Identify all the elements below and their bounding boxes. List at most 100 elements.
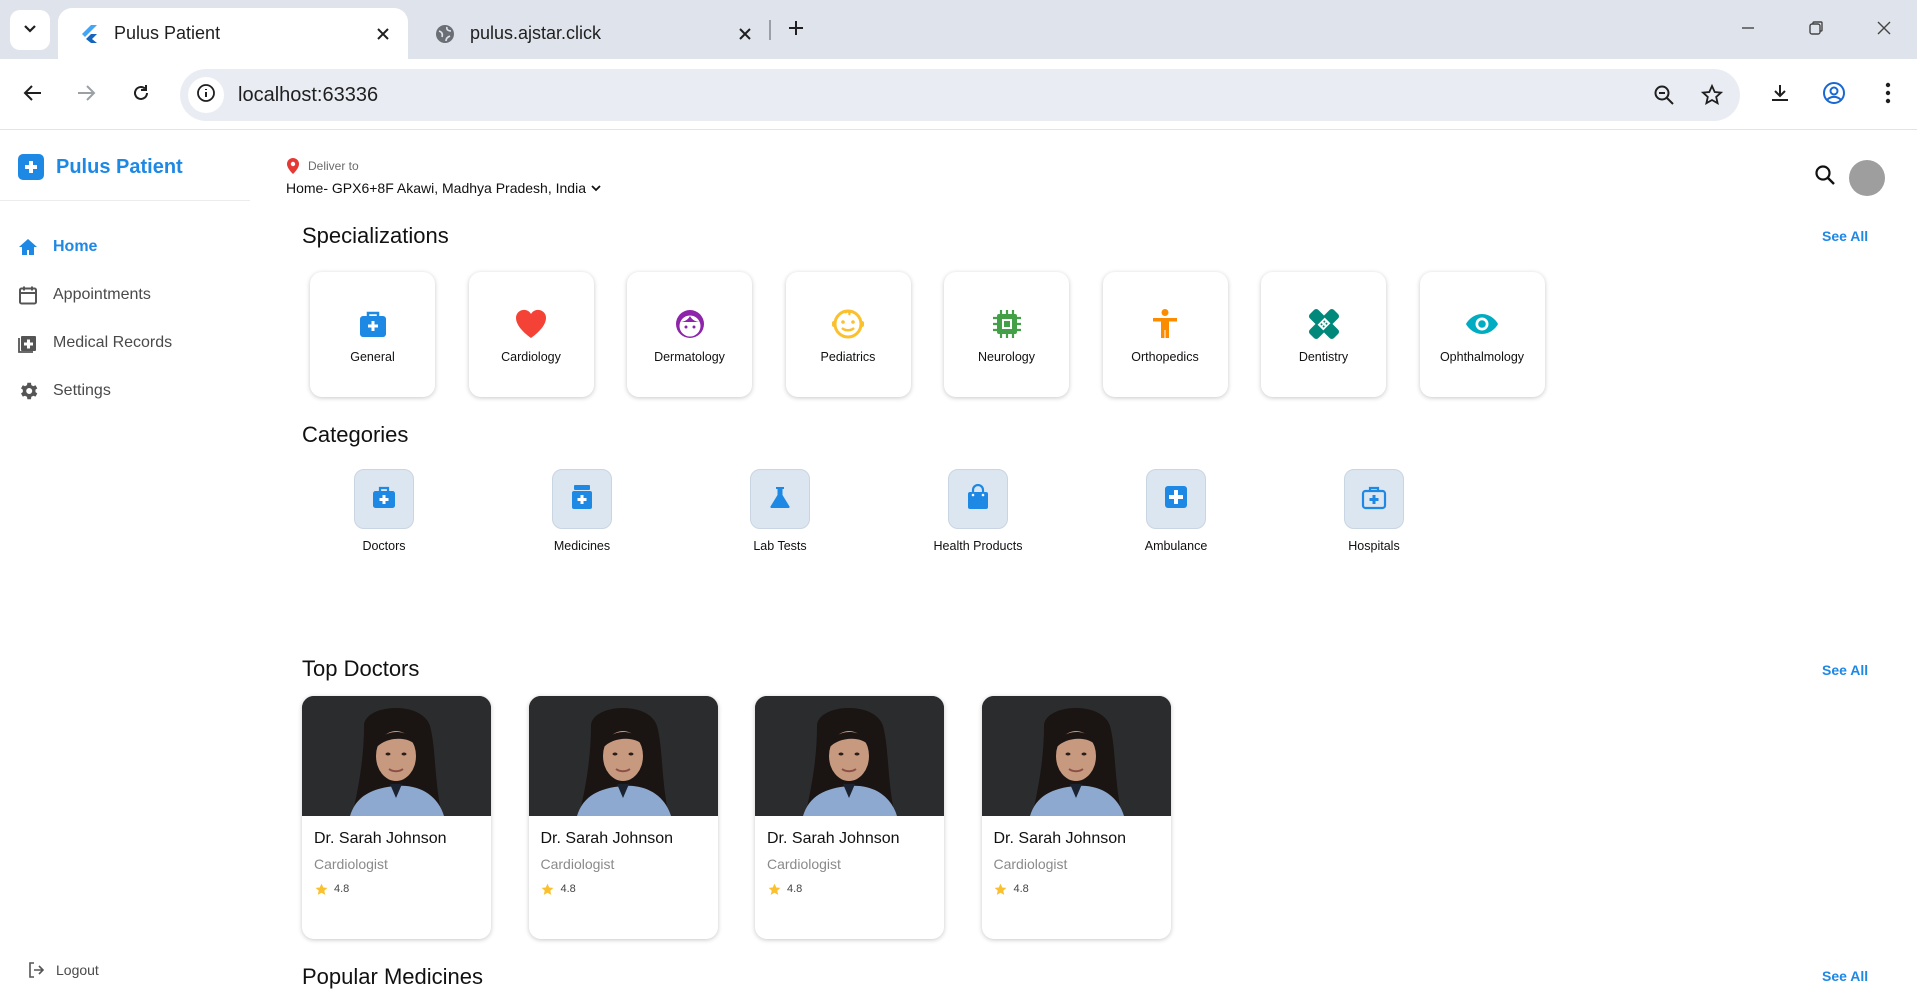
hospital-kit-icon (1361, 484, 1387, 515)
forward-button[interactable] (66, 75, 106, 115)
doctor-rating: 4.8 (541, 882, 718, 896)
heart-icon (513, 306, 549, 342)
specialization-card-orthopedics[interactable]: Orthopedics (1102, 272, 1228, 397)
category-lab-tests[interactable]: Lab Tests (750, 469, 948, 553)
home-icon (17, 236, 39, 258)
address-bar[interactable]: localhost:63336 (180, 69, 1740, 121)
sidebar-item-home[interactable]: Home (0, 225, 250, 269)
doctor-photo (528, 696, 718, 816)
zoom-icon[interactable] (1644, 75, 1684, 115)
doctor-card[interactable]: Dr. Sarah Johnson Cardiologist 4.8 (981, 696, 1171, 939)
see-all-popular-medicines[interactable]: See All (1822, 968, 1868, 984)
divider (0, 200, 250, 201)
close-window-button[interactable] (1868, 14, 1900, 46)
rating-value: 4.8 (560, 883, 576, 895)
sidebar-item-appointments[interactable]: Appointments (0, 273, 250, 317)
url-text[interactable]: localhost:63336 (238, 84, 1644, 107)
medical-cross-icon (18, 154, 44, 180)
star-icon (767, 882, 781, 896)
specialization-card-ophthalmology[interactable]: Ophthalmology (1419, 272, 1545, 397)
category-doctors[interactable]: Doctors (354, 469, 552, 553)
specialization-label: Pediatrics (820, 349, 876, 364)
doctor-card[interactable]: Dr. Sarah Johnson Cardiologist 4.8 (755, 696, 944, 939)
category-label: Doctors (362, 539, 406, 553)
logout-button[interactable]: Logout (26, 960, 99, 980)
specialization-card-dermatology[interactable]: Dermatology (627, 272, 752, 397)
close-icon[interactable] (372, 23, 394, 45)
sidebar-item-label: Appointments (53, 286, 151, 303)
rating-value: 4.8 (787, 883, 803, 895)
specializations-list: General Cardiology Dermatology Pediatric… (310, 272, 1578, 397)
downloads-button[interactable] (1760, 75, 1800, 115)
specialization-label: Ophthalmology (1439, 349, 1525, 364)
doctor-specialty: Cardiologist (314, 856, 388, 872)
eye-icon (1464, 306, 1500, 342)
doctor-card[interactable]: Dr. Sarah Johnson Cardiologist 4.8 (528, 696, 718, 939)
rating-value: 4.8 (334, 883, 350, 895)
location-pin-icon (286, 158, 300, 174)
restore-icon (1808, 20, 1824, 41)
restore-button[interactable] (1800, 14, 1832, 46)
sidebar-item-medical-records[interactable]: Medical Records (0, 321, 250, 365)
arrow-right-icon (76, 83, 96, 108)
category-label: Medicines (553, 539, 611, 553)
specialization-card-dentistry[interactable]: Dentistry (1261, 272, 1386, 397)
arrow-left-icon (23, 83, 43, 108)
reload-icon (131, 83, 151, 108)
doctor-name: Dr. Sarah Johnson (767, 830, 900, 847)
search-button[interactable] (1810, 162, 1840, 192)
doctor-name: Dr. Sarah Johnson (540, 830, 674, 847)
doctor-photo (302, 696, 491, 816)
chevron-down-icon (22, 20, 38, 41)
brand-name: Pulus Patient (56, 155, 183, 178)
specialization-label: Cardiology (501, 349, 561, 364)
new-tab-button[interactable] (780, 14, 812, 46)
specialization-card-pediatrics[interactable]: Pediatrics (785, 272, 911, 397)
accessibility-icon (1147, 306, 1183, 342)
search-icon (1814, 164, 1836, 191)
menu-button[interactable] (1868, 75, 1908, 115)
see-all-top-doctors[interactable]: See All (1822, 662, 1868, 678)
brand[interactable]: Pulus Patient (18, 154, 183, 180)
profile-button[interactable] (1814, 75, 1854, 115)
rating-value: 4.8 (1013, 883, 1029, 895)
delivery-address: Home- GPX6+8F Akawi, Madhya Pradesh, Ind… (286, 180, 586, 196)
minimize-button[interactable] (1732, 14, 1764, 46)
medical-bag-icon (371, 484, 397, 515)
close-icon (1876, 20, 1892, 41)
browser-tab-inactive[interactable]: pulus.ajstar.click (414, 8, 770, 59)
category-label: Hospitals (1348, 539, 1400, 553)
globe-icon (434, 23, 456, 45)
star-icon (994, 882, 1008, 896)
category-health-products[interactable]: Health Products (934, 469, 1146, 553)
medical-records-icon (17, 332, 39, 354)
browser-tab-active[interactable]: Pulus Patient (58, 8, 408, 59)
medical-cross-icon (1164, 485, 1188, 514)
category-ambulance[interactable]: Ambulance (1145, 469, 1344, 553)
chip-icon (989, 306, 1025, 342)
see-all-specializations[interactable]: See All (1822, 228, 1868, 244)
section-title-popular-medicines: Popular Medicines (302, 964, 483, 989)
sidebar-item-label: Home (53, 238, 98, 255)
star-icon (541, 882, 555, 896)
minimize-icon (1740, 20, 1756, 41)
medicine-icon (571, 484, 593, 515)
reload-button[interactable] (121, 75, 161, 115)
doctor-card[interactable]: Dr. Sarah Johnson Cardiologist 4.8 (302, 696, 491, 939)
close-icon[interactable] (734, 23, 756, 45)
specialization-card-neurology[interactable]: Neurology (944, 272, 1069, 397)
sidebar-item-settings[interactable]: Settings (0, 369, 250, 413)
star-icon[interactable] (1692, 75, 1732, 115)
category-hospitals[interactable]: Hospitals (1344, 469, 1542, 553)
category-medicines[interactable]: Medicines (552, 469, 750, 553)
face-icon (672, 306, 708, 342)
tab-search-button[interactable] (10, 10, 50, 50)
delivery-location[interactable]: Deliver to Home- GPX6+8F Akawi, Madhya P… (286, 158, 604, 196)
specialization-card-general[interactable]: General (310, 272, 435, 397)
site-info-button[interactable] (188, 77, 224, 113)
avatar[interactable] (1849, 160, 1885, 196)
back-button[interactable] (13, 75, 53, 115)
star-icon (314, 882, 328, 896)
specialization-card-cardiology[interactable]: Cardiology (468, 272, 594, 397)
plus-icon (787, 19, 805, 42)
